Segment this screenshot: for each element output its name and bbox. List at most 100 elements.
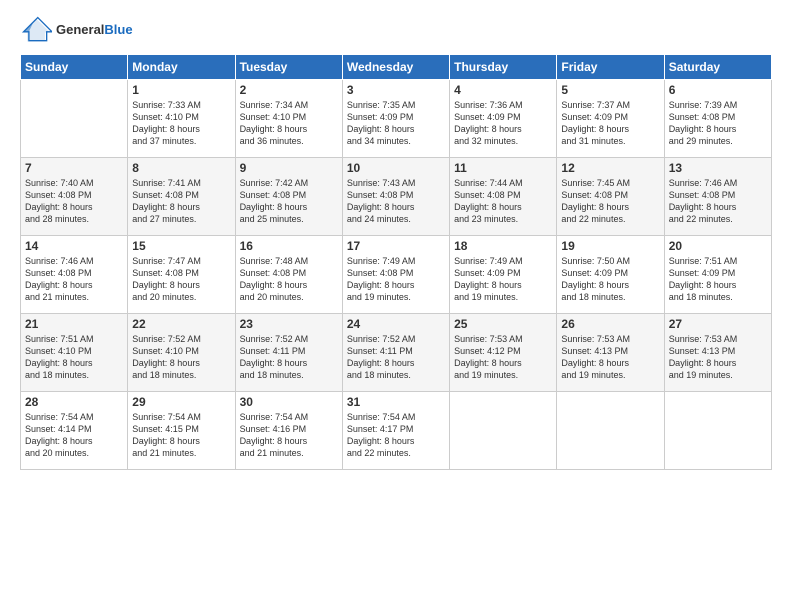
day-cell [664, 392, 771, 470]
day-info: Sunrise: 7:44 AM Sunset: 4:08 PM Dayligh… [454, 177, 552, 226]
day-cell: 30 Sunrise: 7:54 AM Sunset: 4:16 PM Dayli… [235, 392, 342, 470]
day-info: Sunrise: 7:37 AM Sunset: 4:09 PM Dayligh… [561, 99, 659, 148]
day-info: Sunrise: 7:35 AM Sunset: 4:09 PM Dayligh… [347, 99, 445, 148]
day-number: 13 [669, 161, 767, 175]
day-cell: 19Sunrise: 7:50 AM Sunset: 4:09 PM Dayli… [557, 236, 664, 314]
day-cell: 12Sunrise: 7:45 AM Sunset: 4:08 PM Dayli… [557, 158, 664, 236]
day-number: 29 [132, 395, 230, 409]
day-info: Sunrise: 7:48 AM Sunset: 4:08 PM Dayligh… [240, 255, 338, 304]
day-number: 11 [454, 161, 552, 175]
calendar-table: SundayMondayTuesdayWednesdayThursdayFrid… [20, 54, 772, 470]
column-header-friday: Friday [557, 55, 664, 80]
day-cell: 6 Sunrise: 7:39 AM Sunset: 4:08 PM Daylig… [664, 80, 771, 158]
week-row-4: 21 Sunrise: 7:51 AM Sunset: 4:10 PM Dayli… [21, 314, 772, 392]
day-info: Sunrise: 7:49 AM Sunset: 4:09 PM Dayligh… [454, 255, 552, 304]
day-cell [557, 392, 664, 470]
day-cell: 11 Sunrise: 7:44 AM Sunset: 4:08 PM Dayli… [450, 158, 557, 236]
day-number: 30 [240, 395, 338, 409]
day-cell: 24Sunrise: 7:52 AM Sunset: 4:11 PM Dayli… [342, 314, 449, 392]
day-cell: 5 Sunrise: 7:37 AM Sunset: 4:09 PM Daylig… [557, 80, 664, 158]
logo-general: General [56, 22, 104, 37]
day-number: 18 [454, 239, 552, 253]
logo: GeneralBlue [20, 16, 133, 44]
day-number: 22 [132, 317, 230, 331]
logo-icon [20, 16, 52, 44]
logo-text: GeneralBlue [56, 22, 133, 38]
day-number: 17 [347, 239, 445, 253]
column-header-thursday: Thursday [450, 55, 557, 80]
day-info: Sunrise: 7:34 AM Sunset: 4:10 PM Dayligh… [240, 99, 338, 148]
day-info: Sunrise: 7:42 AM Sunset: 4:08 PM Dayligh… [240, 177, 338, 226]
column-header-wednesday: Wednesday [342, 55, 449, 80]
day-cell: 26Sunrise: 7:53 AM Sunset: 4:13 PM Dayli… [557, 314, 664, 392]
day-cell [21, 80, 128, 158]
day-number: 9 [240, 161, 338, 175]
day-info: Sunrise: 7:39 AM Sunset: 4:08 PM Dayligh… [669, 99, 767, 148]
day-cell: 29Sunrise: 7:54 AM Sunset: 4:15 PM Dayli… [128, 392, 235, 470]
day-number: 7 [25, 161, 123, 175]
day-cell: 16 Sunrise: 7:48 AM Sunset: 4:08 PM Dayli… [235, 236, 342, 314]
day-number: 28 [25, 395, 123, 409]
column-header-tuesday: Tuesday [235, 55, 342, 80]
calendar-page: GeneralBlue SundayMondayTuesdayWednesday… [0, 0, 792, 612]
day-cell: 9 Sunrise: 7:42 AM Sunset: 4:08 PM Daylig… [235, 158, 342, 236]
day-info: Sunrise: 7:46 AM Sunset: 4:08 PM Dayligh… [669, 177, 767, 226]
day-info: Sunrise: 7:54 AM Sunset: 4:16 PM Dayligh… [240, 411, 338, 460]
day-info: Sunrise: 7:47 AM Sunset: 4:08 PM Dayligh… [132, 255, 230, 304]
day-info: Sunrise: 7:49 AM Sunset: 4:08 PM Dayligh… [347, 255, 445, 304]
day-cell: 13 Sunrise: 7:46 AM Sunset: 4:08 PM Dayli… [664, 158, 771, 236]
day-cell: 22 Sunrise: 7:52 AM Sunset: 4:10 PM Dayli… [128, 314, 235, 392]
day-cell: 23 Sunrise: 7:52 AM Sunset: 4:11 PM Dayli… [235, 314, 342, 392]
day-cell: 20Sunrise: 7:51 AM Sunset: 4:09 PM Dayli… [664, 236, 771, 314]
day-cell [450, 392, 557, 470]
week-row-2: 7 Sunrise: 7:40 AM Sunset: 4:08 PM Daylig… [21, 158, 772, 236]
day-cell: 15 Sunrise: 7:47 AM Sunset: 4:08 PM Dayli… [128, 236, 235, 314]
day-cell: 17 Sunrise: 7:49 AM Sunset: 4:08 PM Dayli… [342, 236, 449, 314]
day-cell: 14Sunrise: 7:46 AM Sunset: 4:08 PM Dayli… [21, 236, 128, 314]
day-info: Sunrise: 7:52 AM Sunset: 4:10 PM Dayligh… [132, 333, 230, 382]
day-cell: 4Sunrise: 7:36 AM Sunset: 4:09 PM Daylig… [450, 80, 557, 158]
column-header-monday: Monday [128, 55, 235, 80]
day-cell: 28 Sunrise: 7:54 AM Sunset: 4:14 PM Dayli… [21, 392, 128, 470]
day-number: 21 [25, 317, 123, 331]
header-row: SundayMondayTuesdayWednesdayThursdayFrid… [21, 55, 772, 80]
day-info: Sunrise: 7:53 AM Sunset: 4:13 PM Dayligh… [561, 333, 659, 382]
day-number: 2 [240, 83, 338, 97]
day-info: Sunrise: 7:43 AM Sunset: 4:08 PM Dayligh… [347, 177, 445, 226]
day-number: 20 [669, 239, 767, 253]
day-number: 12 [561, 161, 659, 175]
day-cell: 25Sunrise: 7:53 AM Sunset: 4:12 PM Dayli… [450, 314, 557, 392]
day-number: 4 [454, 83, 552, 97]
day-info: Sunrise: 7:54 AM Sunset: 4:14 PM Dayligh… [25, 411, 123, 460]
column-header-saturday: Saturday [664, 55, 771, 80]
day-cell: 3Sunrise: 7:35 AM Sunset: 4:09 PM Daylig… [342, 80, 449, 158]
day-number: 10 [347, 161, 445, 175]
day-info: Sunrise: 7:33 AM Sunset: 4:10 PM Dayligh… [132, 99, 230, 148]
day-info: Sunrise: 7:53 AM Sunset: 4:13 PM Dayligh… [669, 333, 767, 382]
column-header-sunday: Sunday [21, 55, 128, 80]
day-number: 24 [347, 317, 445, 331]
day-number: 5 [561, 83, 659, 97]
week-row-3: 14Sunrise: 7:46 AM Sunset: 4:08 PM Dayli… [21, 236, 772, 314]
day-number: 15 [132, 239, 230, 253]
day-number: 23 [240, 317, 338, 331]
day-cell: 8Sunrise: 7:41 AM Sunset: 4:08 PM Daylig… [128, 158, 235, 236]
day-number: 16 [240, 239, 338, 253]
week-row-5: 28 Sunrise: 7:54 AM Sunset: 4:14 PM Dayli… [21, 392, 772, 470]
day-info: Sunrise: 7:51 AM Sunset: 4:10 PM Dayligh… [25, 333, 123, 382]
logo-blue: Blue [104, 22, 132, 37]
day-number: 1 [132, 83, 230, 97]
day-info: Sunrise: 7:40 AM Sunset: 4:08 PM Dayligh… [25, 177, 123, 226]
day-cell: 21 Sunrise: 7:51 AM Sunset: 4:10 PM Dayli… [21, 314, 128, 392]
day-number: 8 [132, 161, 230, 175]
day-number: 27 [669, 317, 767, 331]
day-number: 6 [669, 83, 767, 97]
day-info: Sunrise: 7:52 AM Sunset: 4:11 PM Dayligh… [240, 333, 338, 382]
day-info: Sunrise: 7:54 AM Sunset: 4:17 PM Dayligh… [347, 411, 445, 460]
day-cell: 2 Sunrise: 7:34 AM Sunset: 4:10 PM Daylig… [235, 80, 342, 158]
day-info: Sunrise: 7:53 AM Sunset: 4:12 PM Dayligh… [454, 333, 552, 382]
day-number: 31 [347, 395, 445, 409]
day-info: Sunrise: 7:46 AM Sunset: 4:08 PM Dayligh… [25, 255, 123, 304]
day-cell: 10 Sunrise: 7:43 AM Sunset: 4:08 PM Dayli… [342, 158, 449, 236]
header: GeneralBlue [20, 16, 772, 44]
